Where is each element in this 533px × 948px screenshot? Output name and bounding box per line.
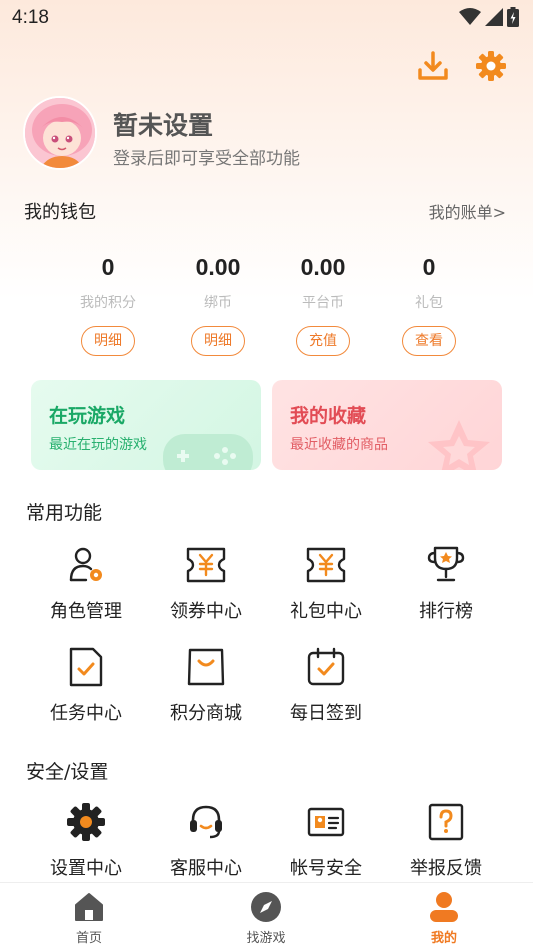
wallet-gift-packs: 0 礼包 查看 xyxy=(384,254,474,356)
compass-icon xyxy=(251,892,281,922)
item-label: 角色管理 xyxy=(50,601,122,622)
report-feedback-item[interactable]: 举报反馈 xyxy=(391,802,501,880)
nav-mine[interactable]: 我的 xyxy=(399,891,489,946)
my-bill-link[interactable]: 我的账单> xyxy=(429,199,506,223)
wallet-label: 礼包 xyxy=(415,295,443,311)
item-label: 任务中心 xyxy=(50,703,122,724)
nav-label: 首页 xyxy=(75,931,102,946)
login-hint: 登录后即可享受全部功能 xyxy=(113,149,300,169)
gift-center-item[interactable]: 礼包中心 xyxy=(271,545,381,623)
home-icon xyxy=(75,893,103,921)
security-settings-title: 安全/设置 xyxy=(26,761,109,783)
item-label: 举报反馈 xyxy=(410,858,482,879)
item-label: 帐号安全 xyxy=(290,858,362,879)
item-label: 积分商城 xyxy=(170,703,242,724)
wifi-icon xyxy=(459,8,481,25)
wallet-label: 绑币 xyxy=(204,295,232,311)
item-label: 设置中心 xyxy=(50,858,122,879)
user-icon xyxy=(430,892,458,922)
star-icon xyxy=(428,420,490,470)
favorites-card[interactable]: 我的收藏 最近收藏的商品 xyxy=(272,380,502,470)
recharge-button[interactable]: 充值 xyxy=(296,326,350,356)
download-icon[interactable] xyxy=(417,50,449,82)
task-center-item[interactable]: 任务中心 xyxy=(31,647,141,725)
coupon-icon xyxy=(186,547,226,583)
points-mall-item[interactable]: 积分商城 xyxy=(151,647,261,725)
wallet-value: 0 xyxy=(422,254,436,280)
gift-pack-icon xyxy=(306,547,346,583)
card-title: 我的收藏 xyxy=(290,405,367,427)
customer-service-item[interactable]: 客服中心 xyxy=(151,802,261,880)
gear-icon[interactable] xyxy=(475,50,507,82)
status-bar: 4:18 xyxy=(0,0,533,36)
common-functions-title: 常用功能 xyxy=(26,502,103,524)
avatar[interactable] xyxy=(23,96,97,170)
settings-center-item[interactable]: 设置中心 xyxy=(31,802,141,880)
nickname[interactable]: 暂未设置 xyxy=(113,106,213,142)
wallet-platform-coins: 0.00 平台币 充值 xyxy=(278,254,368,356)
playing-games-card[interactable]: 在玩游戏 最近在玩的游戏 xyxy=(31,380,261,470)
wallet-label: 我的积分 xyxy=(80,295,136,311)
item-label: 礼包中心 xyxy=(290,601,362,622)
battery-icon xyxy=(507,7,519,27)
coupon-center-item[interactable]: 领券中心 xyxy=(151,545,261,623)
wallet-value: 0 xyxy=(101,254,115,280)
points-detail-button[interactable]: 明细 xyxy=(81,326,135,356)
nav-find-games[interactable]: 找游戏 xyxy=(221,891,311,946)
wallet-points: 0 我的积分 明细 xyxy=(63,254,153,356)
bound-coins-detail-button[interactable]: 明细 xyxy=(191,326,245,356)
status-icons xyxy=(459,7,519,27)
wallet-title: 我的钱包 xyxy=(24,202,96,223)
item-label: 排行榜 xyxy=(419,601,473,622)
item-label: 每日签到 xyxy=(290,703,362,724)
trophy-icon xyxy=(427,546,465,582)
nav-label: 我的 xyxy=(430,931,457,946)
settings-icon xyxy=(67,803,105,841)
card-subtitle: 最近收藏的商品 xyxy=(290,437,388,453)
role-manage-item[interactable]: 角色管理 xyxy=(31,545,141,623)
item-label: 领券中心 xyxy=(170,601,242,622)
status-time: 4:18 xyxy=(12,7,49,28)
card-subtitle: 最近在玩的游戏 xyxy=(49,437,147,453)
leaderboard-item[interactable]: 排行榜 xyxy=(391,545,501,623)
gamepad-icon xyxy=(163,434,253,470)
daily-checkin-item[interactable]: 每日签到 xyxy=(271,647,381,725)
headset-icon xyxy=(190,805,222,839)
view-gift-packs-button[interactable]: 查看 xyxy=(402,326,456,356)
wallet-value: 0.00 xyxy=(300,254,346,280)
id-card-icon xyxy=(307,807,345,837)
wallet-value: 0.00 xyxy=(195,254,241,280)
account-security-item[interactable]: 帐号安全 xyxy=(271,802,381,880)
bottom-navigation: 首页 找游戏 我的 xyxy=(0,882,533,948)
top-actions xyxy=(417,50,507,82)
report-icon xyxy=(428,803,464,841)
points-mall-icon xyxy=(187,648,225,686)
calendar-check-icon xyxy=(307,647,345,686)
role-manage-icon xyxy=(69,547,102,582)
wallet-bound-coins: 0.00 绑币 明细 xyxy=(173,254,263,356)
signal-icon xyxy=(485,8,503,26)
card-title: 在玩游戏 xyxy=(49,405,126,427)
item-label: 客服中心 xyxy=(170,858,242,879)
nav-home[interactable]: 首页 xyxy=(44,891,134,946)
wallet-label: 平台币 xyxy=(302,295,344,311)
task-icon xyxy=(69,647,103,687)
nav-label: 找游戏 xyxy=(246,931,286,946)
